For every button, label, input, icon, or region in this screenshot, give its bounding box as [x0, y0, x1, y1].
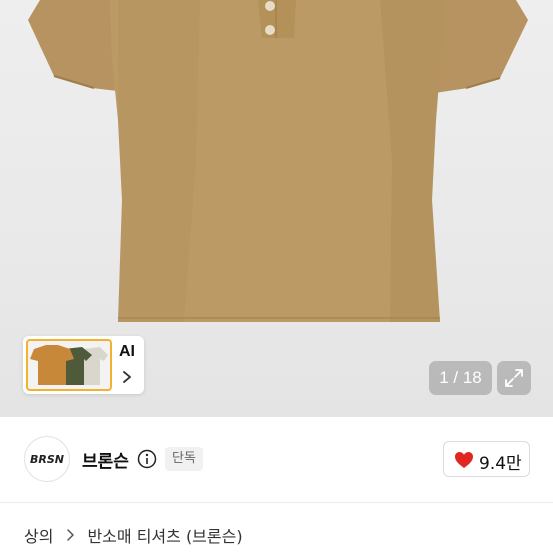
- ai-label: AI: [119, 343, 135, 360]
- expand-button[interactable]: [497, 361, 531, 395]
- breadcrumb: 상의 반소매 티셔츠 (브론슨): [24, 524, 243, 546]
- seller-row: BRSN 브론슨 단독 9.4만: [0, 417, 553, 502]
- divider: [0, 502, 553, 503]
- heart-icon: [455, 452, 473, 468]
- info-icon[interactable]: [137, 449, 157, 469]
- exclusive-badge: 단독: [165, 447, 203, 471]
- like-count: 9.4만: [479, 454, 522, 474]
- product-image-gallery[interactable]: AI 1 / 18: [0, 0, 553, 417]
- breadcrumb-root[interactable]: 상의: [24, 523, 53, 547]
- seller-avatar[interactable]: BRSN: [24, 436, 70, 482]
- chevron-right-icon: [67, 529, 75, 541]
- expand-icon: [505, 369, 523, 387]
- like-button[interactable]: 9.4만: [443, 441, 530, 477]
- chevron-right-icon[interactable]: [120, 370, 134, 384]
- avatar-logo-text: BRSN: [30, 453, 64, 466]
- image-counter: 1 / 18: [429, 361, 492, 395]
- thumbnail-image[interactable]: [26, 339, 112, 391]
- thumbnail-card[interactable]: AI: [23, 336, 144, 394]
- breadcrumb-current[interactable]: 반소매 티셔츠 (브론슨): [87, 523, 242, 547]
- seller-name[interactable]: 브론슨: [82, 447, 129, 472]
